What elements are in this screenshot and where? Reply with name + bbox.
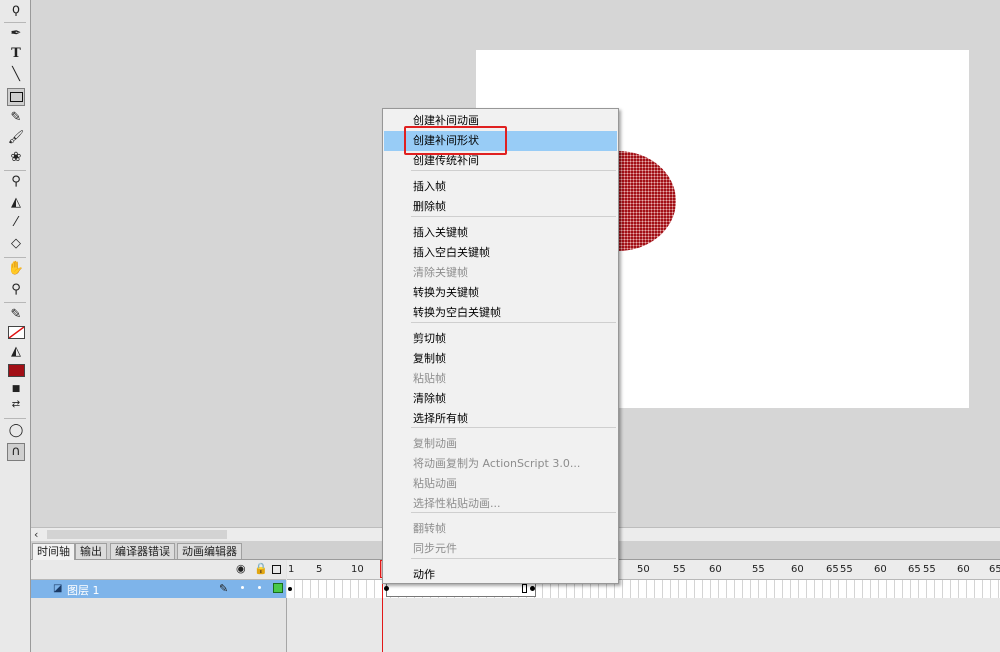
layer-name[interactable]: 图层 1 (67, 582, 100, 598)
menu-item-insert-frame[interactable]: 插入帧 (384, 177, 617, 197)
keyframe-marker[interactable] (288, 587, 292, 591)
line-icon[interactable]: ╲ (7, 66, 25, 84)
ruler-number: 55 (840, 564, 853, 575)
layer-header: ◉ 🔒 (31, 560, 286, 580)
menu-separator (411, 170, 616, 171)
visible-dot[interactable] (241, 586, 244, 589)
paint-bucket-icon[interactable]: ◭ (7, 194, 25, 212)
object-drawing-icon[interactable]: ◯ (7, 422, 25, 440)
menu-item-copy-frames[interactable]: 复制帧 (384, 349, 617, 369)
ruler-number: 60 (791, 564, 804, 575)
ruler-number: 60 (874, 564, 887, 575)
ruler-number: 65 (826, 564, 839, 575)
menu-item-select-all-frames[interactable]: 选择所有帧 (384, 409, 617, 429)
swap-colors-icon[interactable]: ⇄ (7, 396, 25, 414)
ruler-number: 1 (288, 564, 295, 575)
menu-item-convert-to-blank-keyframes[interactable]: 转换为空白关键帧 (384, 303, 617, 323)
eyedropper-icon[interactable]: ⁄ (7, 214, 25, 232)
menu-item-insert-keyframe[interactable]: 插入关键帧 (384, 223, 617, 243)
tab-compiler-errors[interactable]: 编译器错误 (110, 543, 175, 559)
ruler-number: 60 (709, 564, 722, 575)
menu-item-copy-motion-as-actionscript: 将动画复制为 ActionScript 3.0... (413, 457, 581, 470)
layer-row[interactable]: ◪ 图层 1 ✎ (31, 580, 286, 598)
outline-icon[interactable] (272, 565, 281, 574)
stroke-color-icon[interactable]: ✎ (7, 306, 25, 324)
tab-timeline[interactable]: 时间轴 (32, 543, 75, 560)
menu-separator (411, 427, 616, 428)
tab-motion-editor[interactable]: 动画编辑器 (177, 543, 242, 559)
ruler-number: 55 (752, 564, 765, 575)
eye-icon[interactable]: ◉ (236, 563, 246, 575)
fill-color-icon[interactable]: ◭ (7, 343, 25, 361)
snap-magnet-icon[interactable]: ∩ (7, 443, 25, 461)
fill-color-swatch[interactable] (8, 364, 25, 377)
menu-item-cut-frames[interactable]: 剪切帧 (384, 329, 617, 349)
menu-item-paste-motion-special: 选择性粘贴动画... (413, 497, 501, 510)
menu-item-insert-blank-keyframe[interactable]: 插入空白关键帧 (384, 243, 617, 263)
ruler-number: 10 (351, 564, 364, 575)
end-frame-marker[interactable] (522, 584, 527, 593)
menu-separator (411, 512, 616, 513)
ruler-number: 65 (989, 564, 1000, 575)
ruler-number: 5 (316, 564, 323, 575)
stroke-color-swatch[interactable] (8, 326, 25, 339)
ruler-number: 50 (637, 564, 650, 575)
ruler-number: 55 (673, 564, 686, 575)
menu-item-paste-motion: 粘贴动画 (413, 477, 457, 490)
ruler-number: 55 (923, 564, 936, 575)
menu-item-paste-frames: 粘贴帧 (413, 372, 446, 385)
rectangle-icon[interactable] (7, 88, 25, 106)
layer-outline-color[interactable] (273, 583, 283, 593)
menu-separator (411, 558, 616, 559)
toolbox-divider (4, 418, 26, 419)
toolbox: ϙ ✒ T ╲ ✎ 🖌 ❀ ⚲ ◭ ⁄ ◇ ✋ ⚲ ✎ ◭ ■ ⇄ ◯ ∩ (0, 0, 31, 652)
context-menu: 创建补间动画 创建补间形状 创建传统补间 插入帧 删除帧 插入关键帧 插入空白关键帧 清除关键… (382, 108, 619, 584)
hand-icon[interactable]: ✋ (7, 260, 25, 278)
lasso-icon[interactable]: ϙ (7, 1, 25, 19)
ruler-number: 60 (957, 564, 970, 575)
brush-icon[interactable]: 🖌 (7, 129, 25, 147)
toolbox-divider (4, 257, 26, 258)
edit-pencil-icon: ✎ (219, 582, 229, 595)
menu-separator (411, 216, 616, 217)
deco-icon[interactable]: ❀ (7, 149, 25, 167)
bone-icon[interactable]: ⚲ (7, 173, 25, 191)
toolbox-divider (4, 22, 26, 23)
keyframe-marker[interactable] (384, 586, 389, 591)
ruler-number: 65 (908, 564, 921, 575)
zoom-icon[interactable]: ⚲ (7, 281, 25, 299)
menu-item-reverse-frames: 翻转帧 (413, 522, 446, 535)
text-icon[interactable]: T (7, 45, 25, 63)
pen-icon[interactable]: ✒ (7, 25, 25, 43)
tab-output[interactable]: 输出 (75, 543, 107, 559)
menu-item-clear-frames[interactable]: 清除帧 (384, 389, 617, 409)
menu-item-copy-motion: 复制动画 (413, 437, 457, 450)
menu-item-remove-frames[interactable]: 删除帧 (384, 197, 617, 217)
layer-icon: ◪ (53, 583, 63, 594)
menu-item-actions[interactable]: 动作 (384, 565, 617, 585)
keyframe-marker[interactable] (530, 586, 535, 591)
annotation-red-box (404, 126, 507, 155)
toolbox-divider (4, 302, 26, 303)
menu-item-synchronize-symbols: 同步元件 (413, 542, 457, 555)
menu-separator (411, 322, 616, 323)
scrollbar-thumb[interactable] (47, 530, 227, 539)
eraser-icon[interactable]: ◇ (7, 235, 25, 253)
lock-dot[interactable] (258, 586, 261, 589)
lock-icon[interactable]: 🔒 (254, 563, 268, 575)
scroll-left-icon[interactable]: ‹ (34, 528, 38, 542)
pencil-icon[interactable]: ✎ (7, 109, 25, 127)
menu-item-clear-keyframe: 清除关键帧 (413, 266, 468, 279)
menu-item-convert-to-keyframes[interactable]: 转换为关键帧 (384, 283, 617, 303)
layer-list-empty (31, 598, 287, 652)
toolbox-divider (4, 170, 26, 171)
frame-area-empty (287, 598, 1000, 652)
